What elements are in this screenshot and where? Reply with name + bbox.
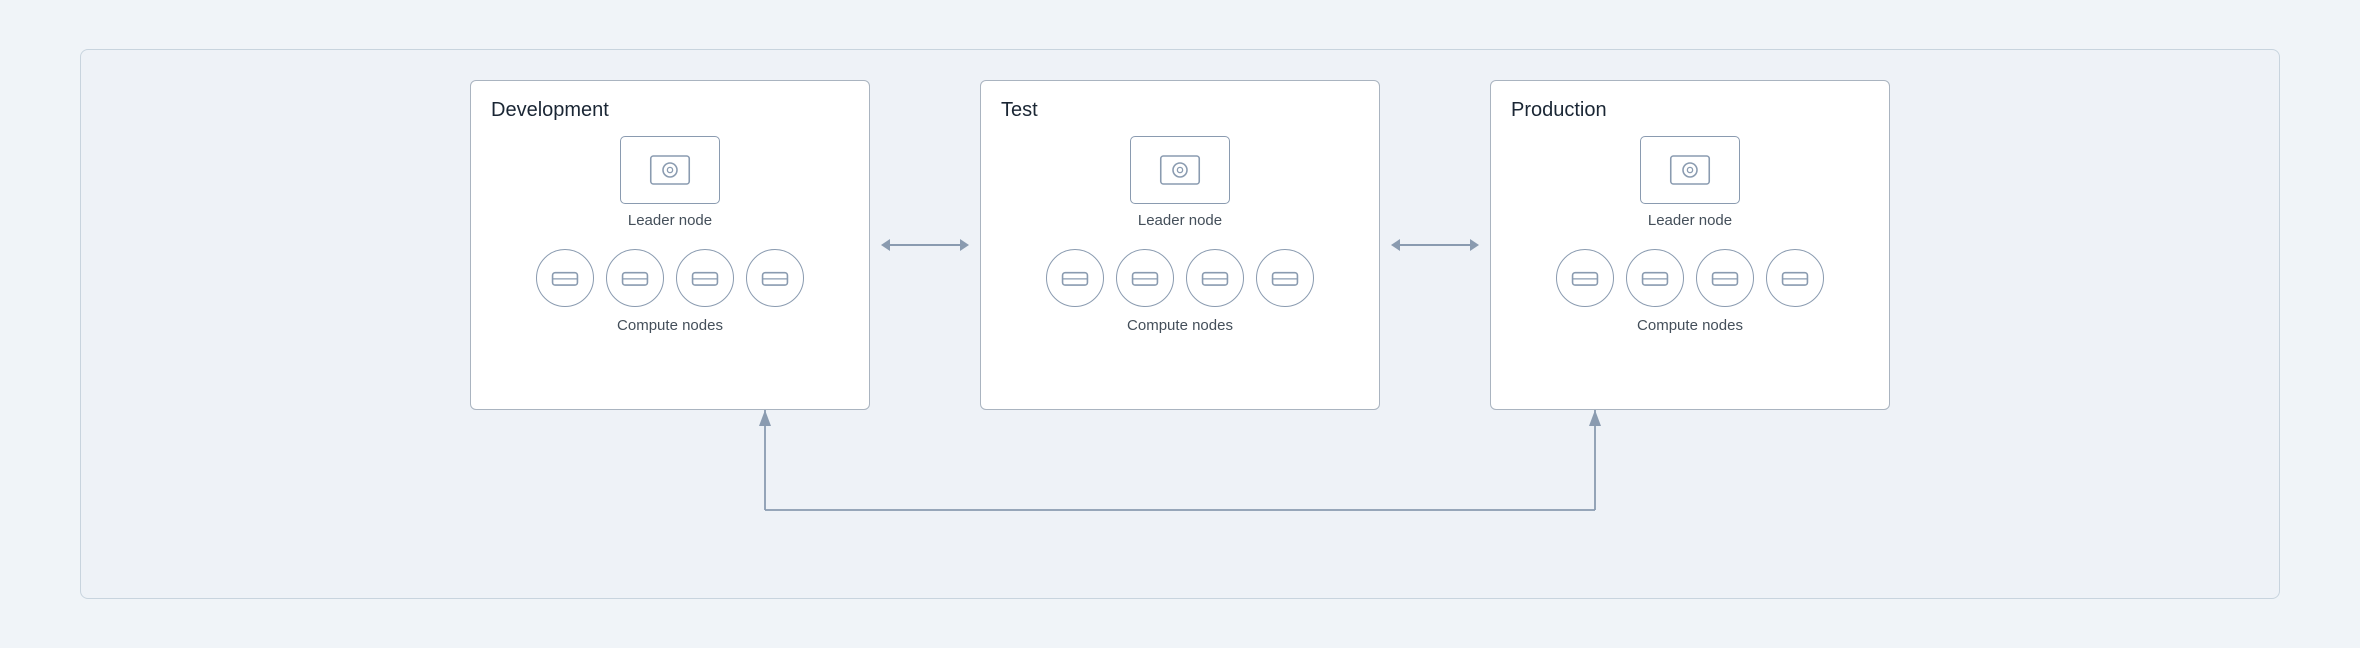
development-title: Development [491,99,609,122]
development-box: Development Leader node [470,80,870,410]
compute-node-test-2 [1116,249,1174,307]
production-inner: Leader node [1511,136,1869,393]
test-compute-label: Compute nodes [1001,317,1359,334]
development-inner: Leader node [491,136,849,393]
production-leader-label: Leader node [1648,212,1732,229]
arrow-right-1 [960,239,969,251]
production-title: Production [1511,99,1607,122]
arrow-left-1 [881,239,890,251]
compute-node-prod-1 [1556,249,1614,307]
bottom-connector-svg [565,410,1795,540]
compute-node-prod-4 [1766,249,1824,307]
compute-node-dev-3 [676,249,734,307]
test-box: Test Leader node [980,80,1380,410]
diagram-wrapper: Development Leader node [80,49,2280,599]
top-row: Development Leader node [81,80,2279,410]
test-leader-icon [1130,136,1230,204]
compute-node-dev-4 [746,249,804,307]
compute-node-prod-3 [1696,249,1754,307]
arrow-test-prod [1380,80,1490,410]
production-compute-row [1556,249,1824,307]
arrow-left-2 [1391,239,1400,251]
development-leader-label: Leader node [628,212,712,229]
compute-node-test-4 [1256,249,1314,307]
arrow-right-2 [1470,239,1479,251]
arrow-dev-test [870,80,980,410]
test-inner: Leader node [1001,136,1359,393]
compute-node-dev-1 [536,249,594,307]
compute-node-dev-2 [606,249,664,307]
development-leader-icon [620,136,720,204]
compute-node-test-3 [1186,249,1244,307]
compute-node-test-1 [1046,249,1104,307]
production-compute-label: Compute nodes [1511,317,1869,334]
horiz-line-2 [1400,244,1470,246]
test-leader-label: Leader node [1138,212,1222,229]
compute-node-prod-2 [1626,249,1684,307]
production-box: Production Leader node [1490,80,1890,410]
bottom-connector [565,410,1795,540]
production-leader-icon [1640,136,1740,204]
development-compute-row [536,249,804,307]
test-title: Test [1001,99,1038,122]
development-compute-label: Compute nodes [491,317,849,334]
horiz-line-1 [890,244,960,246]
test-compute-row [1046,249,1314,307]
